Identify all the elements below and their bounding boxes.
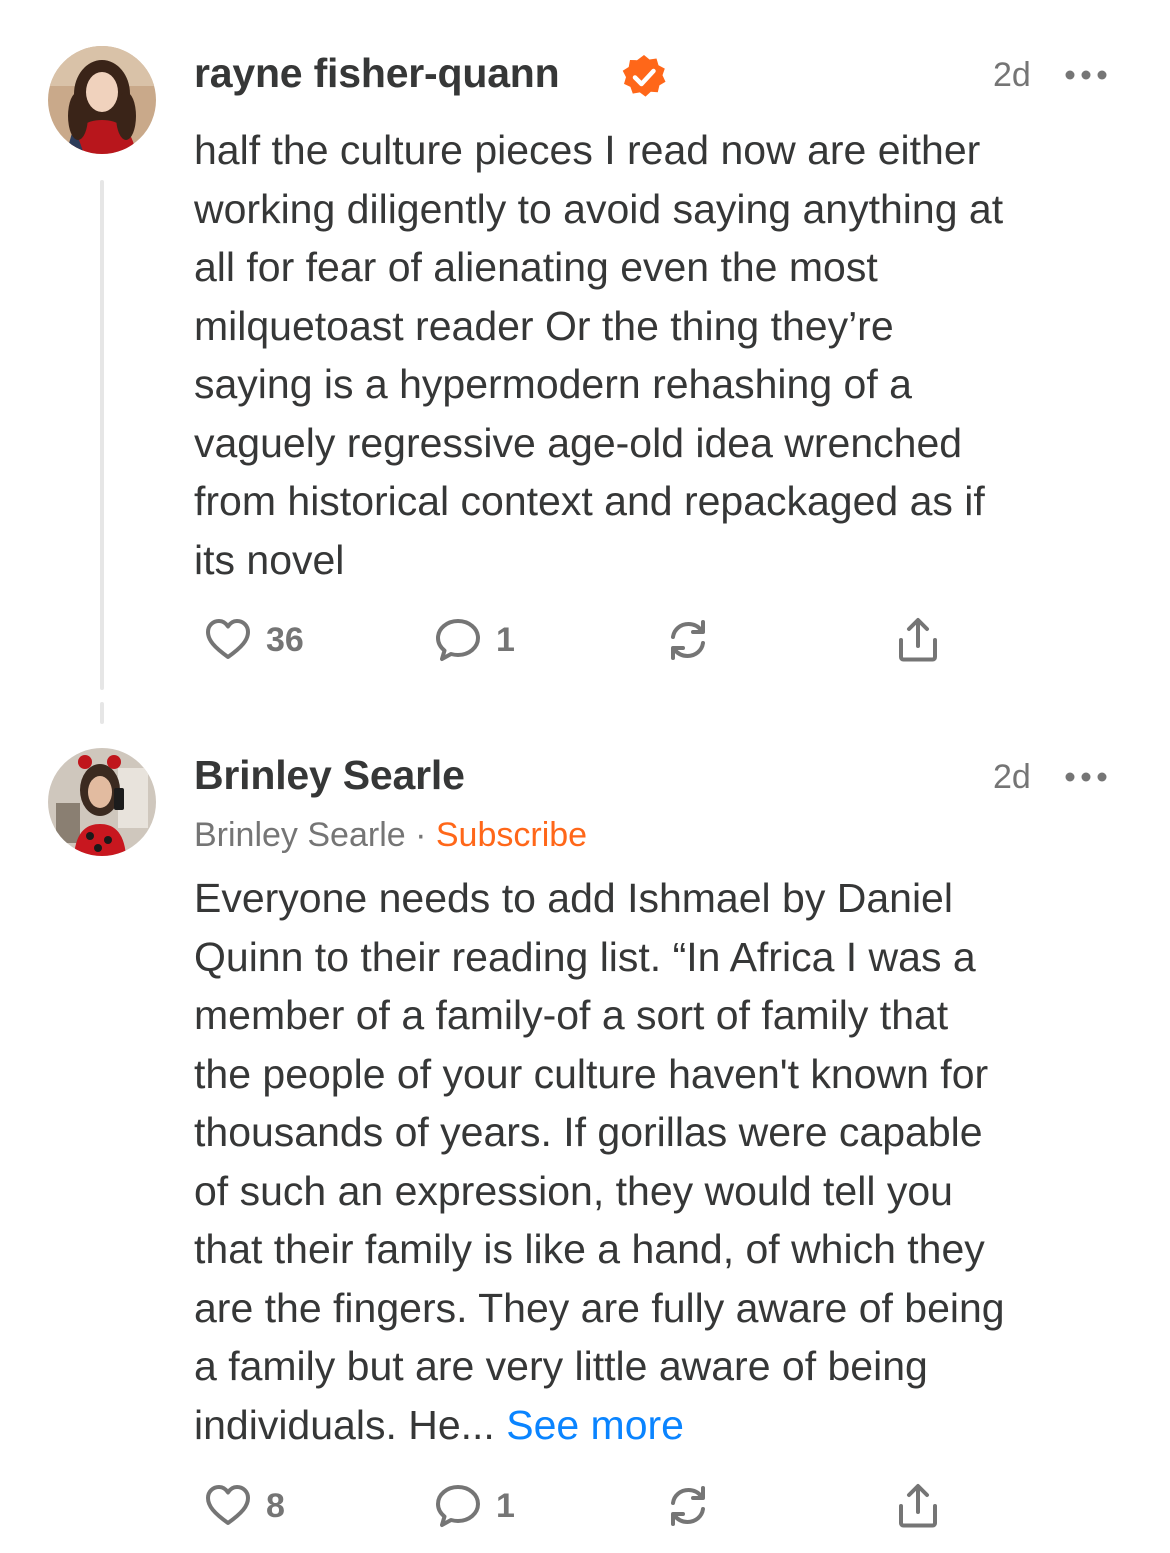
share-icon <box>899 1484 937 1528</box>
action-bar: 8 1 <box>194 1476 954 1536</box>
restack-icon <box>671 1486 705 1526</box>
comment-icon <box>436 619 480 661</box>
publication-name[interactable]: Brinley Searle <box>194 816 406 854</box>
like-button[interactable]: 36 <box>204 610 304 670</box>
restack-button[interactable] <box>664 610 712 670</box>
comment-body: half the culture pieces I read now are e… <box>194 127 1004 583</box>
more-options-icon[interactable] <box>1064 770 1108 782</box>
comment-icon <box>436 1485 480 1527</box>
restack-button[interactable] <box>664 1476 712 1536</box>
like-count: 8 <box>266 1486 285 1525</box>
comment-body: Everyone needs to add Ishmael by Daniel … <box>194 869 1124 1454</box>
comment-text: Everyone needs to add Ishmael by Daniel … <box>194 875 1005 1448</box>
more-options-icon[interactable] <box>1064 68 1108 80</box>
reply-count: 1 <box>496 1486 515 1525</box>
author-name[interactable]: rayne fisher-quann <box>194 50 560 97</box>
like-button[interactable]: 8 <box>204 1476 285 1536</box>
share-icon <box>899 618 937 662</box>
reply-count: 1 <box>496 620 515 659</box>
verified-badge-icon <box>620 53 668 101</box>
like-count: 36 <box>266 620 304 659</box>
comment: Brinley Searle 2d Brinley Searle · Subsc… <box>0 720 1170 1553</box>
heart-icon <box>206 1485 250 1525</box>
subscribe-link[interactable]: Subscribe <box>436 816 587 854</box>
heart-icon <box>206 619 250 659</box>
separator: · <box>405 816 436 854</box>
restack-icon <box>671 620 705 660</box>
reply-button[interactable]: 1 <box>434 610 515 670</box>
comment: rayne fisher-quann 2d half the culture p… <box>0 0 1170 724</box>
avatar[interactable] <box>48 748 156 856</box>
thread-line <box>100 180 104 690</box>
reply-button[interactable]: 1 <box>434 1476 515 1536</box>
action-bar: 36 1 <box>194 610 954 670</box>
publication-line: Brinley Searle · Subscribe <box>194 816 587 855</box>
see-more-link[interactable]: See more <box>506 1402 684 1448</box>
share-button[interactable] <box>894 610 942 670</box>
avatar[interactable] <box>48 46 156 154</box>
timestamp: 2d <box>993 758 1031 796</box>
timestamp: 2d <box>993 56 1031 94</box>
share-button[interactable] <box>894 1476 942 1536</box>
author-name[interactable]: Brinley Searle <box>194 752 465 799</box>
